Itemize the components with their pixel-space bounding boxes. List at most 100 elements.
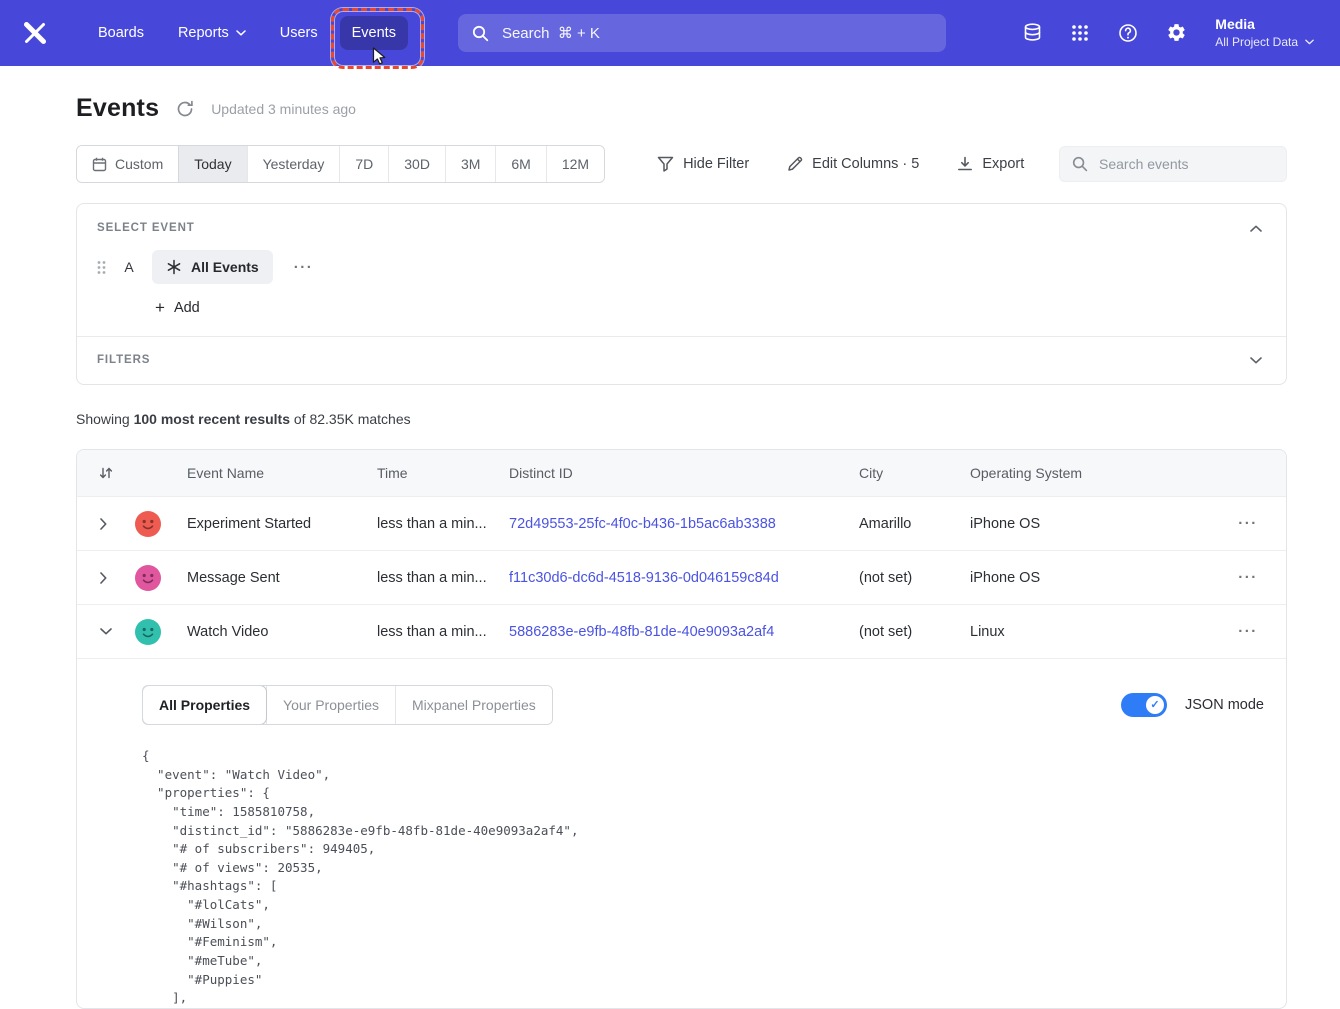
top-navbar: Boards Reports Users Events — [0, 0, 1340, 66]
table-row[interactable]: Message Sent less than a min... f11c30d6… — [77, 550, 1286, 604]
filters-label: FILTERS — [97, 354, 150, 366]
results-prefix: Showing — [76, 411, 134, 427]
row-more-button[interactable]: ··· — [1234, 568, 1262, 587]
chevron-right-icon — [100, 572, 107, 584]
date-range-3m[interactable]: 3M — [445, 146, 495, 182]
distinct-id-link[interactable]: 72d49553-25fc-4f0c-b436-1b5ac6ab3388 — [509, 516, 776, 532]
column-header-city[interactable]: City — [859, 465, 970, 481]
event-name-cell: Experiment Started — [187, 516, 377, 532]
properties-tabs: All Properties Your Properties Mixpanel … — [142, 685, 553, 725]
date-range-12m[interactable]: 12M — [546, 146, 604, 182]
data-management-icon[interactable] — [1021, 22, 1043, 44]
date-range-7d[interactable]: 7D — [339, 146, 388, 182]
global-search[interactable] — [458, 14, 946, 52]
expand-filters-button[interactable] — [1248, 355, 1264, 366]
calendar-icon — [92, 157, 107, 172]
row-more-button[interactable]: ··· — [1234, 514, 1262, 533]
date-range-today[interactable]: Today — [178, 146, 246, 182]
date-range-custom[interactable]: Custom — [77, 146, 178, 182]
select-event-section: SELECT EVENT — [77, 204, 1286, 234]
event-more-button[interactable]: ··· — [290, 258, 318, 277]
collapse-section-button[interactable] — [1248, 223, 1264, 234]
event-selector-label: All Events — [191, 259, 259, 275]
avatar — [135, 619, 161, 645]
avatar — [135, 565, 161, 591]
search-events-input[interactable] — [1097, 155, 1274, 173]
drag-handle-icon[interactable] — [97, 260, 106, 275]
column-header-time[interactable]: Time — [377, 465, 509, 481]
help-icon[interactable] — [1117, 22, 1139, 44]
json-mode-toggle[interactable]: ✓ — [1121, 693, 1167, 717]
add-event-button[interactable]: + Add — [155, 299, 200, 316]
nav-item-boards[interactable]: Boards — [86, 16, 156, 50]
results-summary: Showing 100 most recent results of 82.35… — [76, 411, 1287, 427]
date-range-6m[interactable]: 6M — [495, 146, 545, 182]
city-cell: (not set) — [859, 624, 970, 640]
event-selector[interactable]: All Events — [152, 250, 273, 284]
events-table: Event Name Time Distinct ID City Operati… — [76, 449, 1287, 1009]
tab-mixpanel-properties[interactable]: Mixpanel Properties — [395, 686, 552, 724]
toggle-knob: ✓ — [1146, 696, 1164, 714]
distinct-id-link[interactable]: 5886283e-e9fb-48fb-81de-40e9093a2af4 — [509, 624, 774, 640]
add-row: + Add — [77, 284, 1286, 336]
search-events[interactable] — [1059, 146, 1287, 182]
time-cell: less than a min... — [377, 624, 487, 640]
refresh-button[interactable] — [174, 98, 196, 120]
date-range-yesterday[interactable]: Yesterday — [247, 146, 340, 182]
hide-filter-button[interactable]: Hide Filter — [657, 156, 749, 172]
navbar-right: Media All Project Data — [1021, 15, 1314, 50]
chevron-down-icon — [1250, 357, 1262, 364]
city-cell: Amarillo — [859, 516, 970, 532]
table-header: Event Name Time Distinct ID City Operati… — [77, 450, 1286, 496]
detail-header: All Properties Your Properties Mixpanel … — [142, 685, 1264, 725]
select-event-label: SELECT EVENT — [97, 222, 195, 234]
apps-grid-icon[interactable] — [1069, 22, 1091, 44]
updated-text: Updated 3 minutes ago — [211, 101, 356, 117]
export-label: Export — [982, 156, 1024, 172]
export-button[interactable]: Export — [957, 156, 1024, 172]
download-icon — [957, 156, 973, 172]
settings-gear-icon[interactable] — [1165, 22, 1187, 44]
distinct-id-link[interactable]: f11c30d6-dc6d-4518-9136-0d046159c84d — [509, 570, 779, 586]
expand-row-button[interactable] — [97, 515, 127, 533]
pencil-icon — [787, 156, 803, 172]
edit-columns-label: Edit Columns · 5 — [812, 156, 919, 172]
event-name-cell: Message Sent — [187, 570, 377, 586]
chevron-down-icon — [236, 30, 246, 36]
primary-nav: Boards Reports Users Events — [86, 16, 408, 50]
chevron-down-icon — [1305, 39, 1314, 45]
expand-row-button[interactable] — [97, 569, 127, 587]
date-range-picker: Custom Today Yesterday 7D 30D 3M 6M 12M — [76, 145, 605, 183]
events-page: Events Updated 3 minutes ago Custom Toda… — [0, 66, 1340, 1009]
nav-item-reports-label: Reports — [178, 25, 229, 41]
global-search-input[interactable] — [500, 24, 932, 43]
toolbar: Custom Today Yesterday 7D 30D 3M 6M 12M … — [76, 145, 1287, 183]
table-row[interactable]: Experiment Started less than a min... 72… — [77, 496, 1286, 550]
chevron-up-icon — [1250, 225, 1262, 232]
time-cell: less than a min... — [377, 570, 487, 586]
row-more-button[interactable]: ··· — [1234, 622, 1262, 641]
mixpanel-logo-icon[interactable] — [22, 20, 48, 46]
nav-item-users[interactable]: Users — [268, 16, 330, 50]
event-detail-panel: All Properties Your Properties Mixpanel … — [77, 658, 1286, 1008]
collapse-row-button[interactable] — [97, 625, 127, 638]
nav-item-events[interactable]: Events — [340, 16, 408, 50]
filters-section: FILTERS — [77, 337, 1286, 384]
column-header-event-name[interactable]: Event Name — [187, 465, 377, 481]
edit-columns-button[interactable]: Edit Columns · 5 — [787, 156, 919, 172]
column-header-distinct-id[interactable]: Distinct ID — [509, 465, 859, 481]
chevron-right-icon — [100, 518, 107, 530]
page-title: Events — [76, 94, 159, 123]
nav-item-reports[interactable]: Reports — [166, 16, 258, 50]
tab-your-properties[interactable]: Your Properties — [266, 686, 395, 724]
search-icon — [472, 25, 489, 42]
tab-all-properties[interactable]: All Properties — [143, 686, 266, 724]
sparkle-icon — [166, 259, 182, 275]
results-highlight: 100 most recent results — [134, 411, 290, 427]
funnel-icon — [657, 156, 674, 172]
sort-arrows-icon[interactable] — [99, 466, 127, 480]
table-row[interactable]: Watch Video less than a min... 5886283e-… — [77, 604, 1286, 658]
column-header-os[interactable]: Operating System — [970, 465, 1210, 481]
project-switcher[interactable]: Media All Project Data — [1215, 15, 1314, 50]
date-range-30d[interactable]: 30D — [388, 146, 445, 182]
